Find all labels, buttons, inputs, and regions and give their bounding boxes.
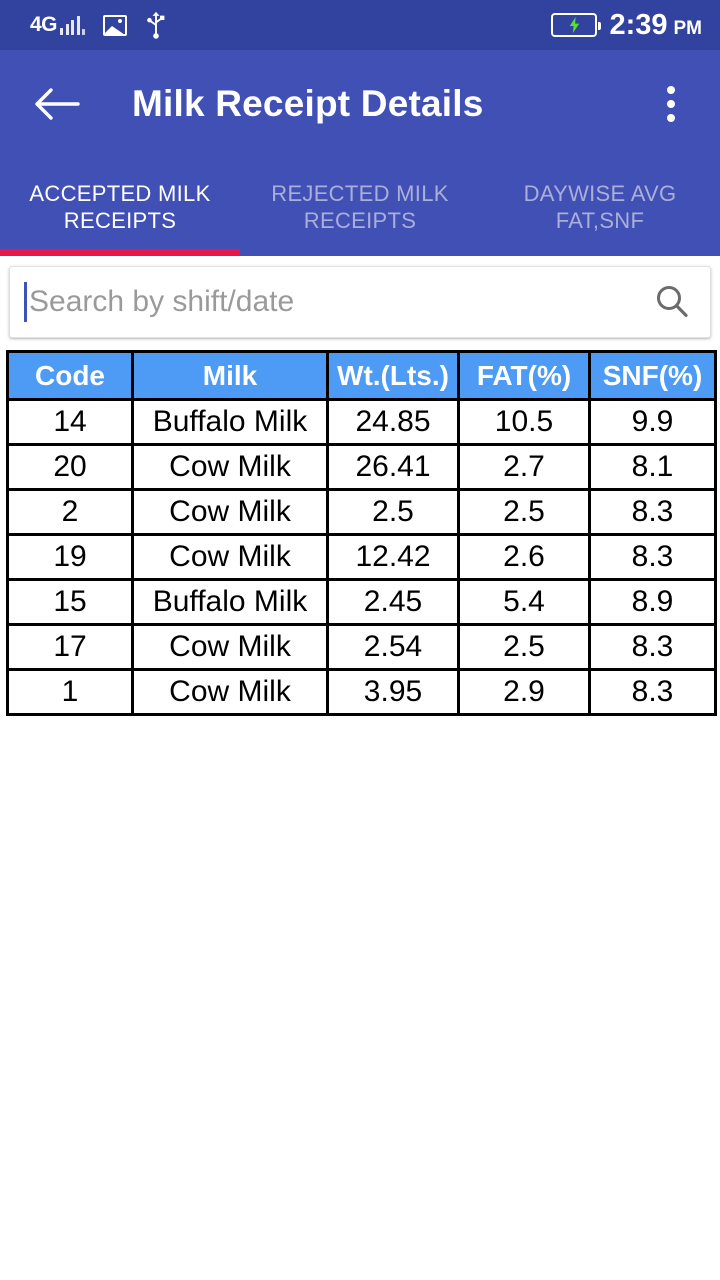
column-header-weight: Wt.(Lts.) bbox=[326, 350, 460, 401]
cell-code: 17 bbox=[6, 623, 134, 671]
cell-fat: 2.7 bbox=[457, 443, 591, 491]
status-bar-clock: 2:39 PM bbox=[609, 9, 702, 42]
cell-milk: Cow Milk bbox=[131, 443, 329, 491]
back-arrow-icon[interactable] bbox=[34, 84, 80, 124]
cell-code: 15 bbox=[6, 578, 134, 626]
tab-bar: ACCEPTED MILK RECEIPTS REJECTED MILK REC… bbox=[0, 158, 720, 256]
cell-milk: Buffalo Milk bbox=[131, 578, 329, 626]
cell-fat: 2.6 bbox=[457, 533, 591, 581]
status-bar: 4G 2:39 PM bbox=[0, 0, 720, 50]
tab-daywise-avg-fat-snf[interactable]: DAYWISE AVG FAT,SNF bbox=[480, 158, 720, 256]
cell-code: 19 bbox=[6, 533, 134, 581]
cell-snf: 9.9 bbox=[588, 398, 717, 446]
clock-time: 2:39 bbox=[609, 8, 668, 41]
charging-bolt-icon bbox=[569, 17, 580, 33]
search-icon[interactable] bbox=[652, 282, 692, 322]
table-row[interactable]: 1 Cow Milk 3.95 2.9 8.3 bbox=[6, 668, 717, 716]
cell-milk: Buffalo Milk bbox=[131, 398, 329, 446]
page-title: Milk Receipt Details bbox=[132, 83, 484, 124]
cell-snf: 8.9 bbox=[588, 578, 717, 626]
accepted-milk-receipts-table: Code Milk Wt.(Lts.) FAT(%) SNF(%) 14 Buf… bbox=[6, 350, 717, 716]
cell-code: 14 bbox=[6, 398, 134, 446]
status-bar-left: 4G bbox=[30, 11, 167, 39]
search-input[interactable] bbox=[27, 285, 652, 319]
battery-charging-icon bbox=[551, 13, 602, 37]
column-header-milk: Milk bbox=[131, 350, 329, 401]
cell-weight: 12.42 bbox=[326, 533, 460, 581]
cell-weight: 3.95 bbox=[326, 668, 460, 716]
cell-code: 2 bbox=[6, 488, 134, 536]
cell-fat: 2.5 bbox=[457, 623, 591, 671]
cell-weight: 24.85 bbox=[326, 398, 460, 446]
cell-snf: 8.3 bbox=[588, 623, 717, 671]
network-type-indicator: 4G bbox=[30, 13, 86, 37]
table-row[interactable]: 14 Buffalo Milk 24.85 10.5 9.9 bbox=[6, 398, 717, 446]
cell-weight: 2.5 bbox=[326, 488, 460, 536]
cell-snf: 8.3 bbox=[588, 533, 717, 581]
cell-snf: 8.3 bbox=[588, 668, 717, 716]
network-type-label: 4G bbox=[30, 13, 58, 36]
cell-snf: 8.3 bbox=[588, 488, 717, 536]
table-body: 14 Buffalo Milk 24.85 10.5 9.9 20 Cow Mi… bbox=[6, 398, 717, 716]
search-box[interactable] bbox=[9, 266, 711, 338]
more-vert-icon[interactable] bbox=[648, 81, 694, 127]
cell-milk: Cow Milk bbox=[131, 623, 329, 671]
photo-icon bbox=[103, 14, 128, 36]
clock-ampm: PM bbox=[673, 17, 703, 39]
receipts-table-container: Code Milk Wt.(Lts.) FAT(%) SNF(%) 14 Buf… bbox=[0, 350, 720, 716]
cell-weight: 2.45 bbox=[326, 578, 460, 626]
table-row[interactable]: 15 Buffalo Milk 2.45 5.4 8.9 bbox=[6, 578, 717, 626]
tab-accepted-milk-receipts[interactable]: ACCEPTED MILK RECEIPTS bbox=[0, 158, 240, 256]
usb-icon bbox=[147, 11, 165, 39]
cell-weight: 2.54 bbox=[326, 623, 460, 671]
signal-bars-icon bbox=[60, 16, 86, 37]
table-header: Code Milk Wt.(Lts.) FAT(%) SNF(%) bbox=[6, 350, 717, 401]
table-row[interactable]: 2 Cow Milk 2.5 2.5 8.3 bbox=[6, 488, 717, 536]
cell-milk: Cow Milk bbox=[131, 488, 329, 536]
table-header-row: Code Milk Wt.(Lts.) FAT(%) SNF(%) bbox=[6, 350, 717, 401]
cell-weight: 26.41 bbox=[326, 443, 460, 491]
column-header-code: Code bbox=[6, 350, 134, 401]
app-screen: 4G 2:39 PM Milk Receipt Details ACCEPTED… bbox=[0, 0, 720, 1280]
tab-rejected-milk-receipts[interactable]: REJECTED MILK RECEIPTS bbox=[240, 158, 480, 256]
table-row[interactable]: 20 Cow Milk 26.41 2.7 8.1 bbox=[6, 443, 717, 491]
empty-content-area bbox=[0, 716, 720, 1280]
column-header-fat: FAT(%) bbox=[457, 350, 591, 401]
app-bar: Milk Receipt Details bbox=[0, 50, 720, 158]
cell-milk: Cow Milk bbox=[131, 533, 329, 581]
cell-code: 20 bbox=[6, 443, 134, 491]
table-row[interactable]: 19 Cow Milk 12.42 2.6 8.3 bbox=[6, 533, 717, 581]
active-tab-indicator bbox=[0, 249, 240, 256]
cell-fat: 2.9 bbox=[457, 668, 591, 716]
status-bar-right: 2:39 PM bbox=[551, 9, 702, 42]
cell-snf: 8.1 bbox=[588, 443, 717, 491]
cell-fat: 5.4 bbox=[457, 578, 591, 626]
cell-fat: 10.5 bbox=[457, 398, 591, 446]
cell-milk: Cow Milk bbox=[131, 668, 329, 716]
table-row[interactable]: 17 Cow Milk 2.54 2.5 8.3 bbox=[6, 623, 717, 671]
cell-fat: 2.5 bbox=[457, 488, 591, 536]
search-section bbox=[0, 256, 720, 350]
column-header-snf: SNF(%) bbox=[588, 350, 717, 401]
cell-code: 1 bbox=[6, 668, 134, 716]
